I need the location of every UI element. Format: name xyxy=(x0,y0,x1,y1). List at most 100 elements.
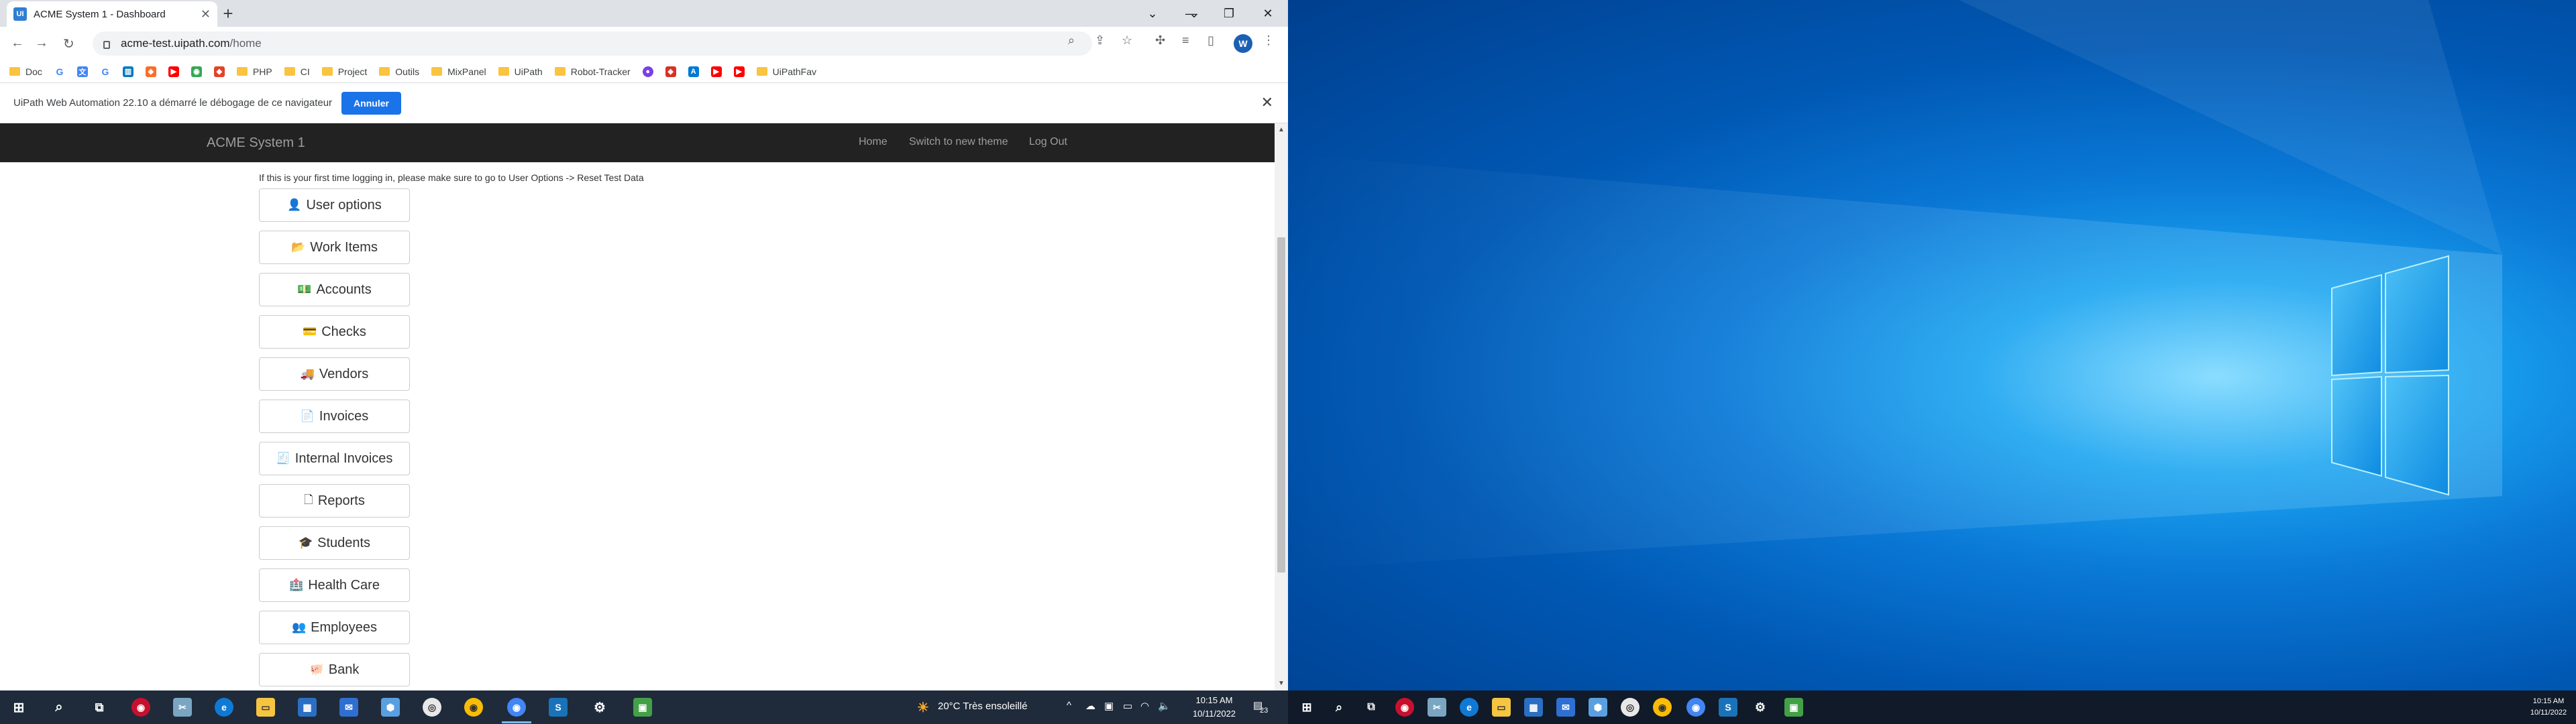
reload-icon[interactable]: ↻ xyxy=(63,36,74,52)
menu-button-reports[interactable]: 🗋 Reports xyxy=(259,484,410,518)
menu-button-invoices[interactable]: 📄 Invoices xyxy=(259,400,410,433)
chrome-icon[interactable]: ◉ xyxy=(464,698,483,717)
bookmark-youtube[interactable]: ▶ xyxy=(168,66,179,77)
bookmark-trello[interactable]: ▥ xyxy=(122,66,133,77)
bookmark-folder-ci[interactable]: CI xyxy=(284,66,310,77)
side-panel-icon[interactable]: ▯ xyxy=(1208,34,1214,48)
chrome-dev-icon[interactable]: ◎ xyxy=(423,698,441,717)
clock[interactable]: 10:15 AM 10/11/2022 xyxy=(2522,696,2575,719)
chrome-active-icon[interactable]: ◉ xyxy=(1686,698,1705,717)
search-icon[interactable]: ⌕ xyxy=(50,698,68,717)
store-icon[interactable]: ▦ xyxy=(1524,698,1543,717)
onedrive-cloud-icon[interactable]: ☁ xyxy=(1085,700,1095,712)
new-tab-button[interactable]: + xyxy=(219,3,237,23)
window-close-icon[interactable]: ✕ xyxy=(1248,0,1288,27)
wifi-icon[interactable]: ◠ xyxy=(1140,700,1149,712)
bookmark-chrome-store[interactable]: ◉ xyxy=(191,66,202,77)
menu-button-vendors[interactable]: 🚚 Vendors xyxy=(259,357,410,391)
chrome-icon[interactable]: ◉ xyxy=(1653,698,1672,717)
menu-button-work-items[interactable]: 📂 Work Items xyxy=(259,231,410,264)
nav-switch-theme-link[interactable]: Switch to new theme xyxy=(909,136,1008,148)
nav-logout-link[interactable]: Log Out xyxy=(1029,136,1067,148)
menu-button-bank[interactable]: 🐖 Bank xyxy=(259,653,410,686)
extensions-puzzle-icon[interactable]: ✣ xyxy=(1155,34,1165,48)
bookmark-youtube-3[interactable]: ▶ xyxy=(733,66,745,77)
bookmark-folder-robot-tracker[interactable]: Robot-Tracker xyxy=(554,66,631,77)
tray-app-icon[interactable]: ▣ xyxy=(1104,700,1114,712)
box-app-icon[interactable]: ⬢ xyxy=(381,698,400,717)
windows-start-icon[interactable]: ⊞ xyxy=(1297,698,1316,717)
edge-icon[interactable]: e xyxy=(215,698,233,717)
volume-icon[interactable]: 🔈 xyxy=(1158,700,1171,712)
settings-gear-icon[interactable]: ⚙ xyxy=(1751,698,1770,717)
green-app-icon[interactable]: ▣ xyxy=(1784,698,1803,717)
chrome-active-icon[interactable]: ◉ xyxy=(507,698,526,717)
edge-icon[interactable]: e xyxy=(1460,698,1479,717)
bookmark-folder-uipath[interactable]: UiPath xyxy=(498,66,543,77)
task-view-icon[interactable]: ⧉ xyxy=(90,698,109,717)
menu-button-accounts[interactable]: 💵 Accounts xyxy=(259,273,410,306)
chrome-menu-icon[interactable]: ⋮ xyxy=(1263,34,1275,48)
forward-arrow-icon[interactable]: → xyxy=(35,36,48,51)
bookmark-youtube-2[interactable]: ▶ xyxy=(710,66,722,77)
battery-icon[interactable]: ▭ xyxy=(1123,700,1132,712)
page-scrollbar[interactable]: ▲ ▼ xyxy=(1275,123,1288,690)
app-red-icon[interactable]: ◉ xyxy=(131,698,150,717)
bookmark-folder-doc[interactable]: Doc xyxy=(9,66,42,77)
weather-text[interactable]: 20°C Très ensoleillé xyxy=(938,701,1028,712)
bookmark-star-icon[interactable]: ☆ xyxy=(1122,34,1132,48)
clock[interactable]: 10:15 AM 10/11/2022 xyxy=(1181,694,1248,721)
profile-avatar[interactable]: W xyxy=(1234,34,1252,53)
bookmark-google[interactable]: G xyxy=(54,66,65,77)
store-icon[interactable]: ▦ xyxy=(298,698,317,717)
tab-close-icon[interactable]: ✕ xyxy=(201,7,211,21)
search-icon[interactable]: ⌕ xyxy=(1330,698,1348,717)
share-icon[interactable]: ⇪ xyxy=(1095,34,1105,48)
chrome-dev-icon[interactable]: ◎ xyxy=(1621,698,1640,717)
menu-button-students[interactable]: 🎓 Students xyxy=(259,526,410,560)
scrollbar-thumb[interactable] xyxy=(1277,237,1285,572)
restore-icon[interactable]: ❐ xyxy=(1210,0,1248,27)
snipping-tool-icon[interactable]: ✂ xyxy=(1428,698,1446,717)
menu-button-employees[interactable]: 👥 Employees xyxy=(259,611,410,644)
bookmark-folder-mixpanel[interactable]: MixPanel xyxy=(431,66,486,77)
bookmark-azure[interactable]: A xyxy=(688,66,699,77)
task-view-icon[interactable]: ⧉ xyxy=(1362,698,1381,717)
bookmark-gitlab[interactable]: ◆ xyxy=(145,66,156,77)
settings-gear-icon[interactable]: ⚙ xyxy=(590,698,609,717)
snipping-tool-icon[interactable]: ✂ xyxy=(173,698,192,717)
box-app-icon[interactable]: ⬢ xyxy=(1589,698,1607,717)
bookmark-folder-project[interactable]: Project xyxy=(321,66,367,77)
bookmark-translate[interactable]: 文 xyxy=(76,66,88,77)
minimize-icon[interactable]: — xyxy=(1173,0,1210,27)
acme-brand[interactable]: ACME System 1 xyxy=(207,135,305,151)
bookmark-folder-php[interactable]: PHP xyxy=(236,66,272,77)
nav-home-link[interactable]: Home xyxy=(859,136,888,148)
scroll-up-arrow-icon[interactable]: ▲ xyxy=(1278,126,1285,133)
mail-icon[interactable]: ✉ xyxy=(1556,698,1575,717)
bookmark-folder-uipathfav[interactable]: UiPathFav xyxy=(756,66,816,77)
back-arrow-icon[interactable]: ← xyxy=(11,36,24,51)
menu-button-user-options[interactable]: 👤 User options xyxy=(259,188,410,222)
tray-chevron-up-icon[interactable]: ^ xyxy=(1067,700,1071,711)
file-explorer-icon[interactable]: ▭ xyxy=(256,698,275,717)
annuler-button[interactable]: Annuler xyxy=(341,91,401,115)
tab-list-chevron-icon[interactable]: ⌄ xyxy=(1134,0,1171,27)
address-bar[interactable]: acme-test.uipath.com/home xyxy=(93,32,1092,56)
uipath-studio-icon[interactable]: S xyxy=(1719,698,1737,717)
bookmark-circle-purple[interactable]: ● xyxy=(642,66,653,77)
green-app-icon[interactable]: ▣ xyxy=(633,698,652,717)
uipath-studio-icon[interactable]: S xyxy=(549,698,568,717)
mail-icon[interactable]: ✉ xyxy=(339,698,358,717)
bookmark-gitlab-2[interactable]: ◆ xyxy=(213,66,225,77)
menu-button-checks[interactable]: 💳 Checks xyxy=(259,315,410,349)
menu-button-internal-invoices[interactable]: 🧾 Internal Invoices xyxy=(259,442,410,475)
infobar-close-icon[interactable]: ✕ xyxy=(1261,94,1273,111)
zoom-search-icon[interactable]: ⌕ xyxy=(1068,34,1075,48)
scroll-down-arrow-icon[interactable]: ▼ xyxy=(1278,680,1285,687)
menu-button-health-care[interactable]: 🏥 Health Care xyxy=(259,568,410,602)
app-red-icon[interactable]: ◉ xyxy=(1395,698,1414,717)
windows-start-icon[interactable]: ⊞ xyxy=(9,698,28,717)
file-explorer-icon[interactable]: ▭ xyxy=(1492,698,1511,717)
weather-sun-icon[interactable]: ☀ xyxy=(914,698,932,717)
